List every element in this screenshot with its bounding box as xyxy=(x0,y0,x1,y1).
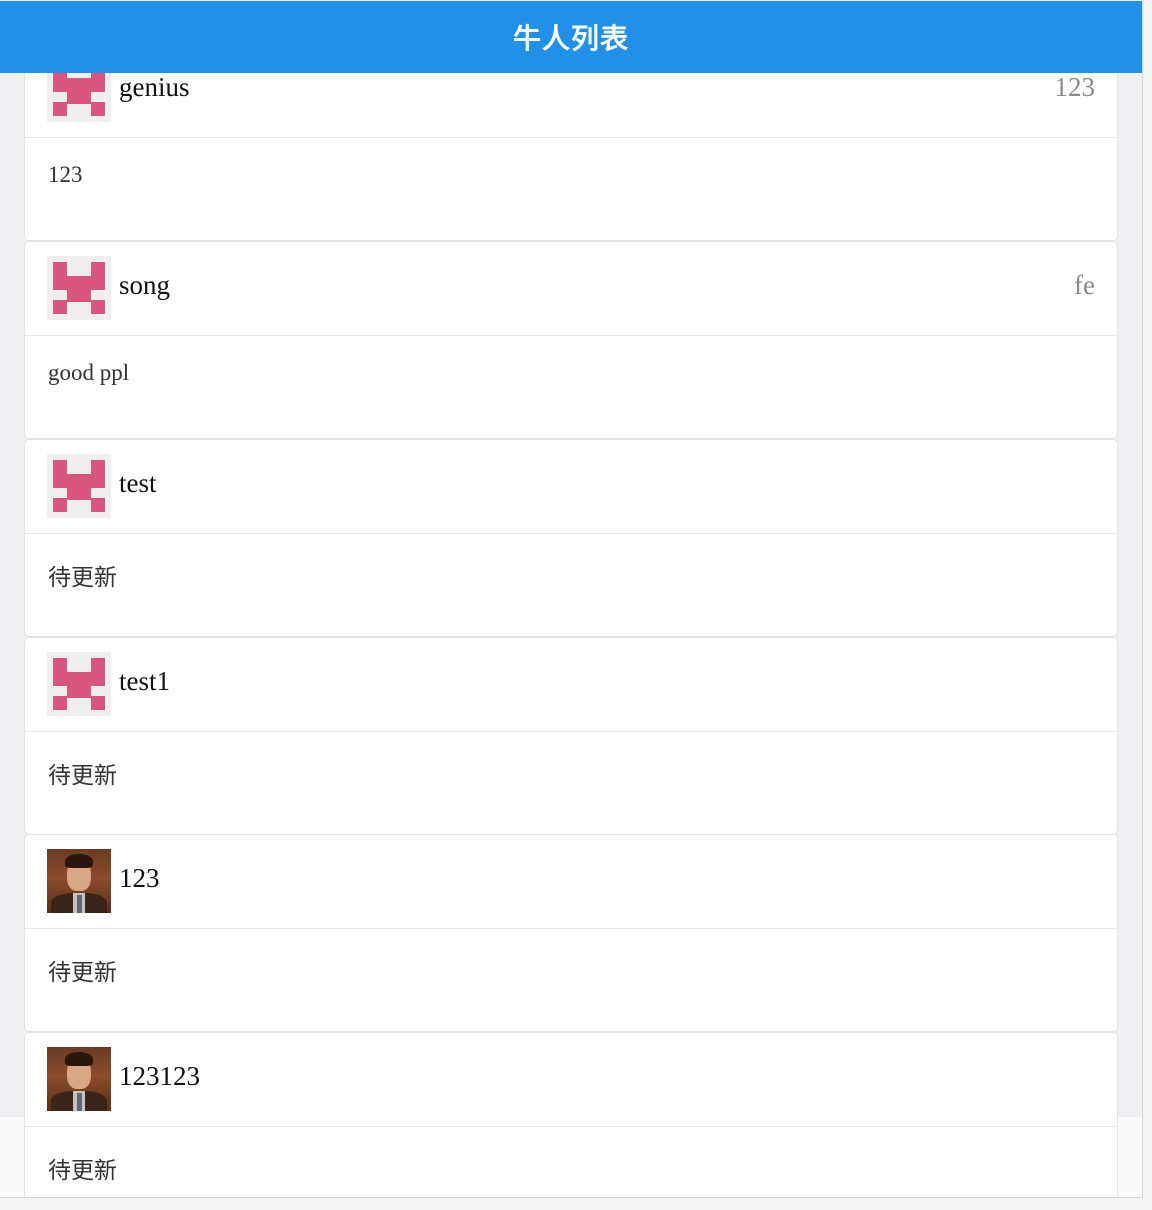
card-header: song fe xyxy=(25,242,1117,336)
user-name: test xyxy=(119,468,157,498)
avatar-identicon xyxy=(47,256,111,320)
user-name: 123 xyxy=(119,863,160,893)
list-item[interactable]: 123 待更新 xyxy=(24,834,1118,1032)
user-description: good ppl xyxy=(48,360,130,385)
card-header: test xyxy=(25,440,1117,534)
list-item[interactable]: 123123 待更新 xyxy=(24,1032,1118,1197)
page-title: 牛人列表 xyxy=(512,22,629,55)
job-title: 123 xyxy=(1054,72,1096,102)
list-item[interactable]: test1 待更新 xyxy=(24,637,1118,835)
user-description: 待更新 xyxy=(48,565,117,590)
user-description: 123 xyxy=(48,162,83,187)
card-header: 123 xyxy=(25,835,1117,929)
user-description: 待更新 xyxy=(48,763,117,788)
job-title: fe xyxy=(1074,270,1095,300)
avatar-portrait-photo xyxy=(47,849,111,913)
card-header: 123123 xyxy=(25,1033,1117,1127)
user-description: 待更新 xyxy=(48,1158,117,1183)
nav-bar: 牛人列表 xyxy=(0,1,1142,73)
list-item[interactable]: test 待更新 xyxy=(24,439,1118,637)
avatar-identicon xyxy=(47,652,111,716)
card-header: test1 xyxy=(25,638,1117,732)
user-description: 待更新 xyxy=(48,960,117,985)
user-name: 123123 xyxy=(119,1061,200,1091)
user-name: test1 xyxy=(119,666,170,696)
user-name: song xyxy=(119,270,171,300)
user-name: genius xyxy=(119,72,190,102)
app-screen: genius 123 123 song fe good ppl test 待更新… xyxy=(0,0,1143,1198)
avatar-identicon xyxy=(47,454,111,518)
avatar-portrait-photo xyxy=(47,1047,111,1111)
list-item[interactable]: song fe good ppl xyxy=(24,241,1118,439)
